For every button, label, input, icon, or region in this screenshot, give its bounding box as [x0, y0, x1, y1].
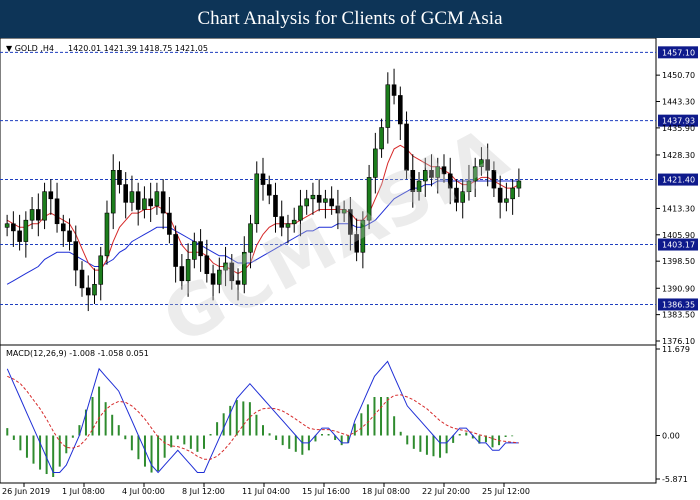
candle-body: [73, 241, 79, 271]
ohlc-readout: 1420.01 1421.39 1418.75 1421.05: [68, 44, 208, 53]
x-tick-label: 25 Jul 12:00: [482, 487, 530, 496]
main-plot-area: [0, 38, 657, 346]
candle-body: [398, 95, 403, 125]
candle-body: [110, 169, 116, 214]
candle-body: [123, 184, 128, 203]
level-label: 1457.10: [662, 48, 695, 57]
candle-body: [198, 241, 203, 257]
candle-body: [11, 223, 16, 232]
x-tick-label: 22 Jul 20:00: [422, 487, 470, 496]
x-tick-label: 11 Jul 04:00: [242, 487, 290, 496]
candle-body: [142, 198, 147, 210]
y-tick-label: 1405.90: [662, 231, 695, 240]
candle-body: [17, 230, 22, 242]
candle-body: [273, 194, 278, 217]
macd-label: MACD(12,26,9) -1.008 -1.058 0.051: [6, 349, 149, 358]
level-label: 1403.17: [662, 241, 695, 250]
candle-body: [117, 169, 122, 185]
x-tick-label: 26 Jun 2019: [2, 487, 50, 496]
y-tick-label: 1428.30: [662, 151, 695, 160]
y-tick-label: 1435.90: [662, 124, 695, 133]
candle-body: [510, 187, 515, 200]
candle-body: [36, 209, 41, 221]
macd-y-tick-label: -5.871: [662, 475, 688, 484]
symbol-label: ▼ GOLD ,H4: [6, 44, 54, 53]
chart-banner-title: Chart Analysis for Clients of GCM Asia: [0, 0, 700, 38]
candle-body: [67, 230, 72, 242]
y-tick-label: 1443.30: [662, 98, 695, 107]
candle-body: [60, 223, 66, 232]
candle-body: [379, 127, 384, 150]
macd-y-tick-label: 0.00: [662, 432, 680, 441]
candle-body: [254, 173, 260, 225]
x-tick-label: 8 Jul 12:00: [182, 487, 225, 496]
candle-body: [54, 198, 60, 225]
candle-body: [310, 194, 316, 200]
candle-body: [23, 219, 29, 242]
candle-body: [129, 191, 135, 203]
x-tick-label: 18 Jul 08:00: [362, 487, 410, 496]
candle-body: [160, 191, 166, 214]
candle-body: [104, 212, 110, 257]
y-tick-label: 1413.30: [662, 204, 695, 213]
y-tick-label: 1450.70: [662, 71, 695, 80]
level-label: 1386.35: [662, 300, 695, 309]
candle-body: [504, 198, 509, 203]
macd-y-tick-label: 11.679: [662, 345, 690, 354]
x-tick-label: 4 Jul 00:00: [122, 487, 165, 496]
candle-body: [4, 223, 10, 228]
candle-body: [167, 212, 172, 235]
triangle-icon: ▼: [6, 44, 15, 53]
level-label: 1421.40: [662, 176, 695, 185]
x-tick-label: 1 Jul 08:00: [62, 487, 105, 496]
candle-body: [192, 241, 197, 260]
candle-body: [260, 173, 266, 185]
candle-body: [391, 84, 397, 96]
x-tick-label: 15 Jul 16:00: [302, 487, 350, 496]
candle-body: [266, 184, 272, 196]
y-tick-label: 1383.50: [662, 311, 695, 320]
candle-body: [98, 255, 104, 285]
candle-body: [92, 284, 97, 296]
y-tick-label: 1398.50: [662, 257, 695, 266]
candle-body: [48, 191, 54, 200]
candle-body: [85, 287, 91, 296]
candle-body: [42, 191, 47, 221]
candle-body: [79, 269, 85, 289]
y-tick-label: 1390.90: [662, 284, 695, 293]
candle-body: [173, 234, 178, 267]
chart-frame: 1457.10 1437.93 1421.40 1403.17 1386.35 1450.…: [0, 38, 700, 500]
candle-body: [135, 191, 141, 210]
candle-body: [148, 198, 153, 207]
candle-body: [29, 209, 35, 221]
candle-body: [385, 84, 391, 128]
candle-body: [154, 191, 160, 207]
